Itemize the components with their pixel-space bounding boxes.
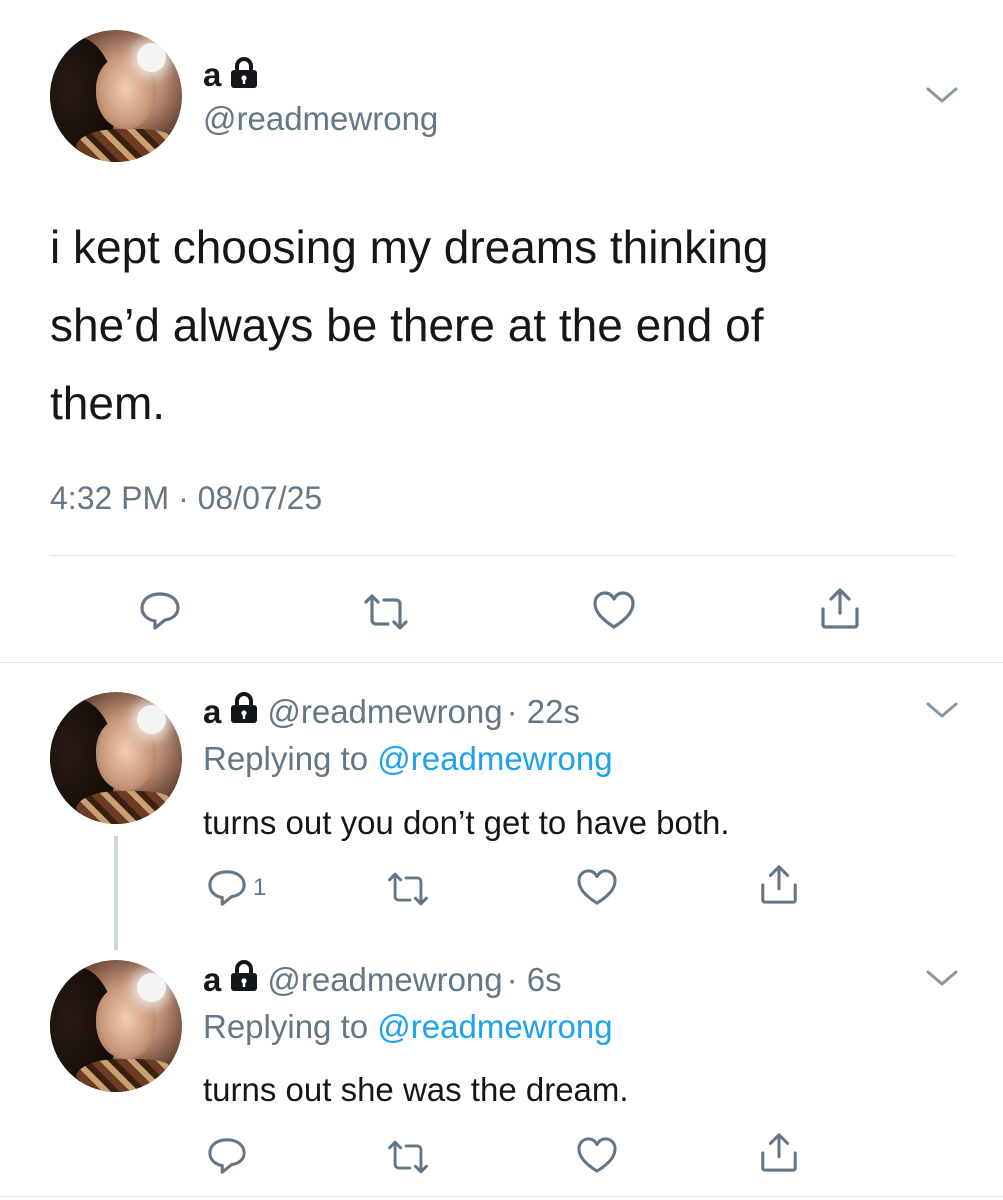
lock-icon bbox=[229, 56, 259, 94]
share-icon bbox=[818, 585, 862, 631]
timestamp[interactable]: 4:32 PM · 08/07/25 bbox=[50, 480, 322, 517]
replying-to-handle[interactable]: @readmewrong bbox=[377, 1008, 612, 1045]
share-button[interactable] bbox=[758, 1130, 800, 1174]
reply-count: 1 bbox=[253, 874, 267, 901]
chevron-down-icon[interactable] bbox=[925, 700, 959, 725]
avatar[interactable] bbox=[50, 960, 182, 1092]
retweet-button[interactable] bbox=[384, 1138, 432, 1176]
chevron-down-icon[interactable] bbox=[925, 968, 959, 993]
relative-time[interactable]: · 6s bbox=[507, 961, 562, 999]
retweet-icon bbox=[384, 870, 432, 908]
display-name[interactable]: a bbox=[203, 693, 221, 731]
handle[interactable]: @readmewrong bbox=[203, 100, 438, 138]
like-button[interactable] bbox=[576, 1136, 618, 1174]
retweet-icon bbox=[360, 592, 412, 632]
reply-icon bbox=[205, 868, 249, 908]
tweet-text-line: she’d always be there at the end of bbox=[50, 299, 764, 351]
share-icon bbox=[758, 1130, 800, 1174]
chevron-down-icon[interactable] bbox=[925, 85, 959, 110]
divider bbox=[0, 1196, 1003, 1197]
replying-to-label: Replying to bbox=[203, 740, 369, 777]
relative-time[interactable]: · 22s bbox=[507, 693, 580, 731]
replying-to-label: Replying to bbox=[203, 1008, 369, 1045]
lock-icon bbox=[229, 960, 259, 1000]
like-button[interactable] bbox=[592, 590, 636, 630]
retweet-icon bbox=[384, 1138, 432, 1176]
display-name[interactable]: a bbox=[203, 961, 221, 999]
reply-icon bbox=[205, 1136, 249, 1176]
retweet-button[interactable] bbox=[384, 870, 432, 908]
avatar[interactable] bbox=[50, 30, 182, 162]
tweet-text-line: them. bbox=[50, 377, 166, 429]
tweet-text: i kept choosing my dreams thinking she’d… bbox=[50, 208, 768, 442]
lock-icon bbox=[229, 692, 259, 732]
reply-button[interactable]: 1 bbox=[205, 868, 266, 908]
author-line: a @readmewrong · 6s bbox=[203, 958, 562, 1002]
thread-line bbox=[114, 836, 118, 950]
retweet-button[interactable] bbox=[360, 592, 412, 632]
heart-icon bbox=[576, 868, 618, 906]
reply-icon bbox=[138, 590, 182, 632]
tweet-text-line: i kept choosing my dreams thinking bbox=[50, 221, 769, 273]
replying-to: Replying to @readmewrong bbox=[203, 1008, 613, 1046]
replying-to-handle[interactable]: @readmewrong bbox=[377, 740, 612, 777]
share-icon bbox=[758, 862, 800, 906]
author-line: a @readmewrong · 22s bbox=[203, 690, 580, 734]
share-button[interactable] bbox=[758, 862, 800, 906]
tweet-text: turns out you don’t get to have both. bbox=[203, 804, 730, 841]
share-button[interactable] bbox=[818, 585, 862, 631]
reply-button[interactable] bbox=[205, 1136, 249, 1176]
reply-button[interactable] bbox=[138, 590, 182, 632]
author-line: a bbox=[203, 55, 259, 95]
heart-icon bbox=[576, 1136, 618, 1174]
divider bbox=[50, 555, 954, 556]
avatar[interactable] bbox=[50, 692, 182, 824]
handle[interactable]: @readmewrong bbox=[267, 961, 502, 999]
tweet-text: turns out she was the dream. bbox=[203, 1071, 629, 1108]
divider bbox=[0, 662, 1003, 663]
heart-icon bbox=[592, 590, 636, 630]
like-button[interactable] bbox=[576, 868, 618, 906]
replying-to: Replying to @readmewrong bbox=[203, 740, 613, 778]
display-name[interactable]: a bbox=[203, 56, 221, 94]
handle[interactable]: @readmewrong bbox=[267, 693, 502, 731]
